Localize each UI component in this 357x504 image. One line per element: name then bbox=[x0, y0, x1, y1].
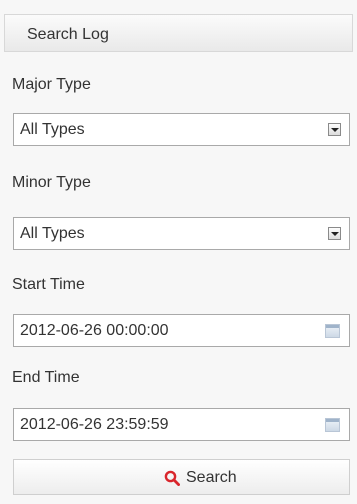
search-button-label: Search bbox=[186, 469, 237, 486]
end-time-value: 2012-06-26 23:59:59 bbox=[20, 416, 169, 433]
calendar-icon[interactable] bbox=[325, 324, 340, 338]
minor-type-value: All Types bbox=[20, 225, 85, 242]
major-type-select[interactable]: All Types bbox=[13, 113, 350, 146]
minor-type-label: Minor Type bbox=[12, 174, 91, 191]
chevron-down-icon[interactable] bbox=[328, 123, 341, 136]
major-type-label: Major Type bbox=[12, 76, 91, 93]
panel-header: Search Log bbox=[4, 14, 353, 52]
end-time-label: End Time bbox=[12, 369, 80, 386]
chevron-down-icon[interactable] bbox=[328, 227, 341, 240]
panel-title: Search Log bbox=[27, 26, 109, 43]
start-time-label: Start Time bbox=[12, 276, 85, 293]
end-time-field[interactable]: 2012-06-26 23:59:59 bbox=[13, 408, 350, 441]
search-log-panel: Search Log Major Type All Types Minor Ty… bbox=[0, 0, 357, 504]
major-type-value: All Types bbox=[20, 121, 85, 138]
start-time-field[interactable]: 2012-06-26 00:00:00 bbox=[13, 314, 350, 347]
calendar-icon[interactable] bbox=[325, 418, 340, 432]
search-button[interactable]: Search bbox=[13, 459, 350, 495]
minor-type-select[interactable]: All Types bbox=[13, 217, 350, 250]
start-time-value: 2012-06-26 00:00:00 bbox=[20, 322, 169, 339]
search-icon bbox=[164, 470, 180, 486]
